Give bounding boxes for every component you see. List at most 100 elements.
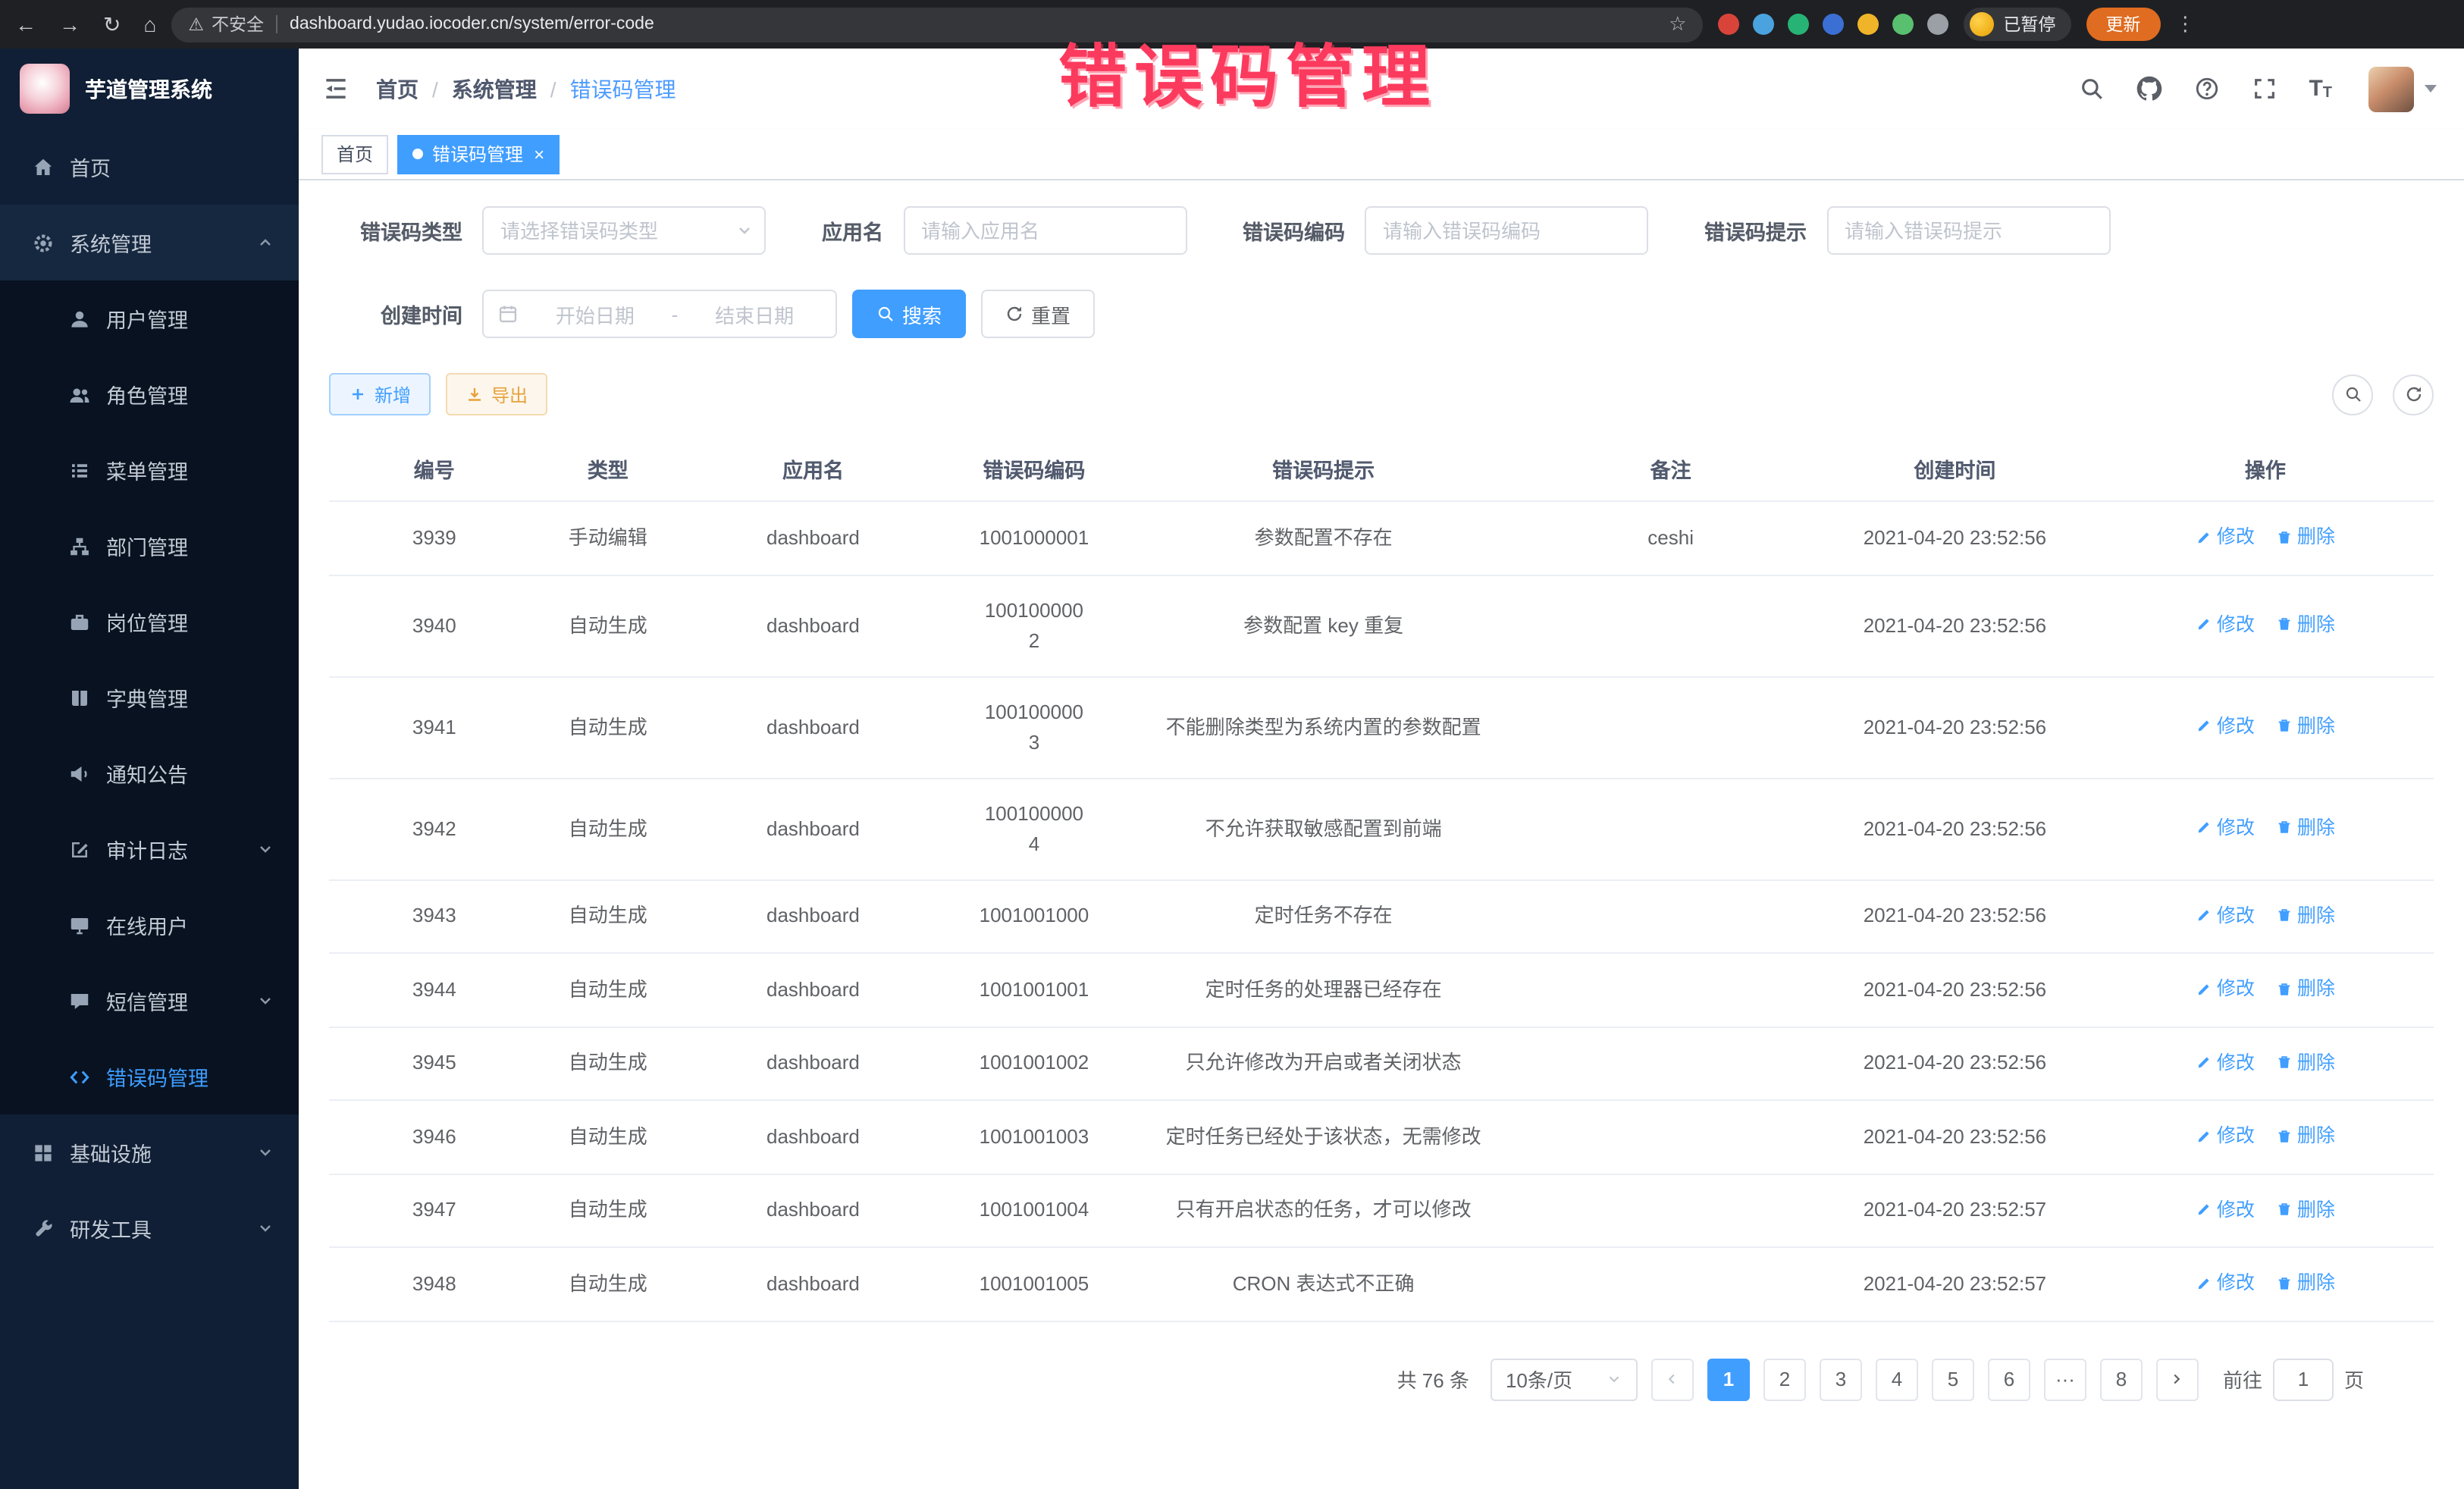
sidebar-item-system-management[interactable]: 系统管理 [0,205,299,281]
prev-page-button[interactable] [1651,1358,1694,1400]
delete-link[interactable]: 删除 [2276,711,2335,741]
edit-link[interactable]: 修改 [2196,1121,2255,1151]
edit-link[interactable]: 修改 [2196,610,2255,640]
extension-icon[interactable] [1788,14,1809,35]
table-row: 3944自动生成dashboard1001001001定时任务的处理器已经存在2… [329,953,2434,1027]
search-button[interactable]: 搜索 [852,290,966,338]
delete-link[interactable]: 删除 [2276,522,2335,552]
extension-icon[interactable] [1927,14,1948,35]
security-warning[interactable]: ⚠ 不安全 [188,12,264,36]
search-icon[interactable] [2078,76,2104,102]
sidebar-item-infrastructure[interactable]: 基础设施 [0,1114,299,1190]
sidebar-item-label: 系统管理 [70,227,152,258]
tab-home[interactable]: 首页 [321,134,388,174]
error-code-input[interactable] [1365,206,1648,255]
error-hint-input[interactable] [1826,206,2110,255]
sidebar-item-home[interactable]: 首页 [0,129,299,205]
edit-link[interactable]: 修改 [2196,1047,2255,1077]
sidebar-item-error-code-management[interactable]: 错误码管理 [0,1039,299,1114]
extension-icon[interactable] [1718,14,1739,35]
error-code-type-input[interactable] [482,206,766,255]
add-button[interactable]: 新增 [329,373,431,415]
tab-error-code[interactable]: 错误码管理× [397,134,560,174]
end-date-placeholder[interactable]: 结束日期 [687,299,822,328]
help-icon[interactable] [2193,76,2219,102]
sidebar-item-sms-management[interactable]: 短信管理 [0,963,299,1039]
edit-link[interactable]: 修改 [2196,900,2255,930]
page-number-8[interactable]: 8 [2100,1358,2143,1400]
page-ellipsis[interactable]: ··· [2044,1358,2086,1400]
sidebar-item-post-management[interactable]: 岗位管理 [0,584,299,660]
edit-link[interactable]: 修改 [2196,1194,2255,1224]
home-icon[interactable]: ⌂ [143,12,156,36]
sidebar-item-dept-management[interactable]: 部门管理 [0,508,299,584]
page-number-6[interactable]: 6 [1988,1358,2030,1400]
error-code-type-select[interactable] [482,206,766,255]
delete-link[interactable]: 删除 [2276,973,2335,1004]
sidebar-item-dict-management[interactable]: 字典管理 [0,660,299,735]
close-tab-icon[interactable]: × [534,143,544,165]
back-icon[interactable]: ← [15,12,36,36]
delete-link[interactable]: 删除 [2276,813,2335,843]
sidebar-logo-row[interactable]: 芋道管理系统 [0,49,299,129]
app-name-input[interactable] [903,206,1187,255]
extension-icon[interactable] [1857,14,1879,35]
breadcrumb-item[interactable]: 首页 [376,74,419,104]
edit-link[interactable]: 修改 [2196,522,2255,552]
reset-button[interactable]: 重置 [981,290,1095,338]
page-number-3[interactable]: 3 [1820,1358,1862,1400]
edit-link[interactable]: 修改 [2196,1268,2255,1298]
breadcrumb-item[interactable]: 系统管理 [452,74,537,104]
delete-link[interactable]: 删除 [2276,900,2335,930]
delete-link[interactable]: 删除 [2276,610,2335,640]
profile-chip[interactable]: 已暂停 [1964,8,2071,41]
pagination: 共 76 条 10条/页 123456···8 前往 页 [329,1358,2364,1400]
cell-memo [1528,1100,1813,1174]
delete-link[interactable]: 删除 [2276,1194,2335,1224]
sidebar-item-menu-management[interactable]: 菜单管理 [0,432,299,508]
user-menu[interactable] [2368,66,2437,111]
page-number-2[interactable]: 2 [1763,1358,1806,1400]
reload-icon[interactable]: ↻ [103,11,121,37]
edit-link[interactable]: 修改 [2196,711,2255,741]
breadcrumb: 首页/系统管理/错误码管理 [376,74,676,104]
refresh-table-button[interactable] [2393,374,2434,415]
address-bar[interactable]: ⚠ 不安全 dashboard.yudao.iocoder.cn/system/… [171,7,1703,42]
page-number-1[interactable]: 1 [1707,1358,1750,1400]
extension-icons [1718,14,1948,35]
search-button-label: 搜索 [902,299,942,328]
table-row: 3940自动生成dashboard100100000 2参数配置 key 重复2… [329,575,2434,676]
extension-icon[interactable] [1892,14,1914,35]
sidebar-fold-icon[interactable] [321,74,350,103]
page-number-5[interactable]: 5 [1932,1358,1974,1400]
page-number-4[interactable]: 4 [1876,1358,1918,1400]
font-size-icon[interactable]: TT [2309,76,2332,102]
edit-link[interactable]: 修改 [2196,973,2255,1004]
sidebar-item-audit-log[interactable]: 审计日志 [0,811,299,887]
sidebar-item-user-management[interactable]: 用户管理 [0,281,299,356]
toggle-search-button[interactable] [2332,374,2373,415]
sidebar-item-dev-tools[interactable]: 研发工具 [0,1190,299,1266]
extension-icon[interactable] [1753,14,1774,35]
browser-update-button[interactable]: 更新 [2086,8,2160,41]
browser-menu-icon[interactable]: ⋮ [2175,12,2195,36]
cell-type: 自动生成 [540,879,676,953]
delete-link[interactable]: 删除 [2276,1121,2335,1151]
sidebar-item-online-users[interactable]: 在线用户 [0,887,299,963]
bookmark-star-icon[interactable]: ☆ [1669,12,1686,36]
next-page-button[interactable] [2156,1358,2199,1400]
forward-icon[interactable]: → [59,12,80,36]
sidebar-item-notice-management[interactable]: 通知公告 [0,735,299,811]
goto-page-input[interactable] [2273,1358,2334,1400]
github-icon[interactable] [2136,76,2161,102]
sidebar-item-role-management[interactable]: 角色管理 [0,356,299,432]
extension-icon[interactable] [1823,14,1844,35]
edit-link[interactable]: 修改 [2196,813,2255,843]
date-range-picker[interactable]: 开始日期 - 结束日期 [482,290,837,338]
fullscreen-icon[interactable] [2251,76,2277,102]
delete-link[interactable]: 删除 [2276,1268,2335,1298]
delete-link[interactable]: 删除 [2276,1047,2335,1077]
export-button[interactable]: 导出 [446,373,547,415]
page-size-select[interactable]: 10条/页 [1491,1358,1638,1400]
start-date-placeholder[interactable]: 开始日期 [528,299,663,328]
